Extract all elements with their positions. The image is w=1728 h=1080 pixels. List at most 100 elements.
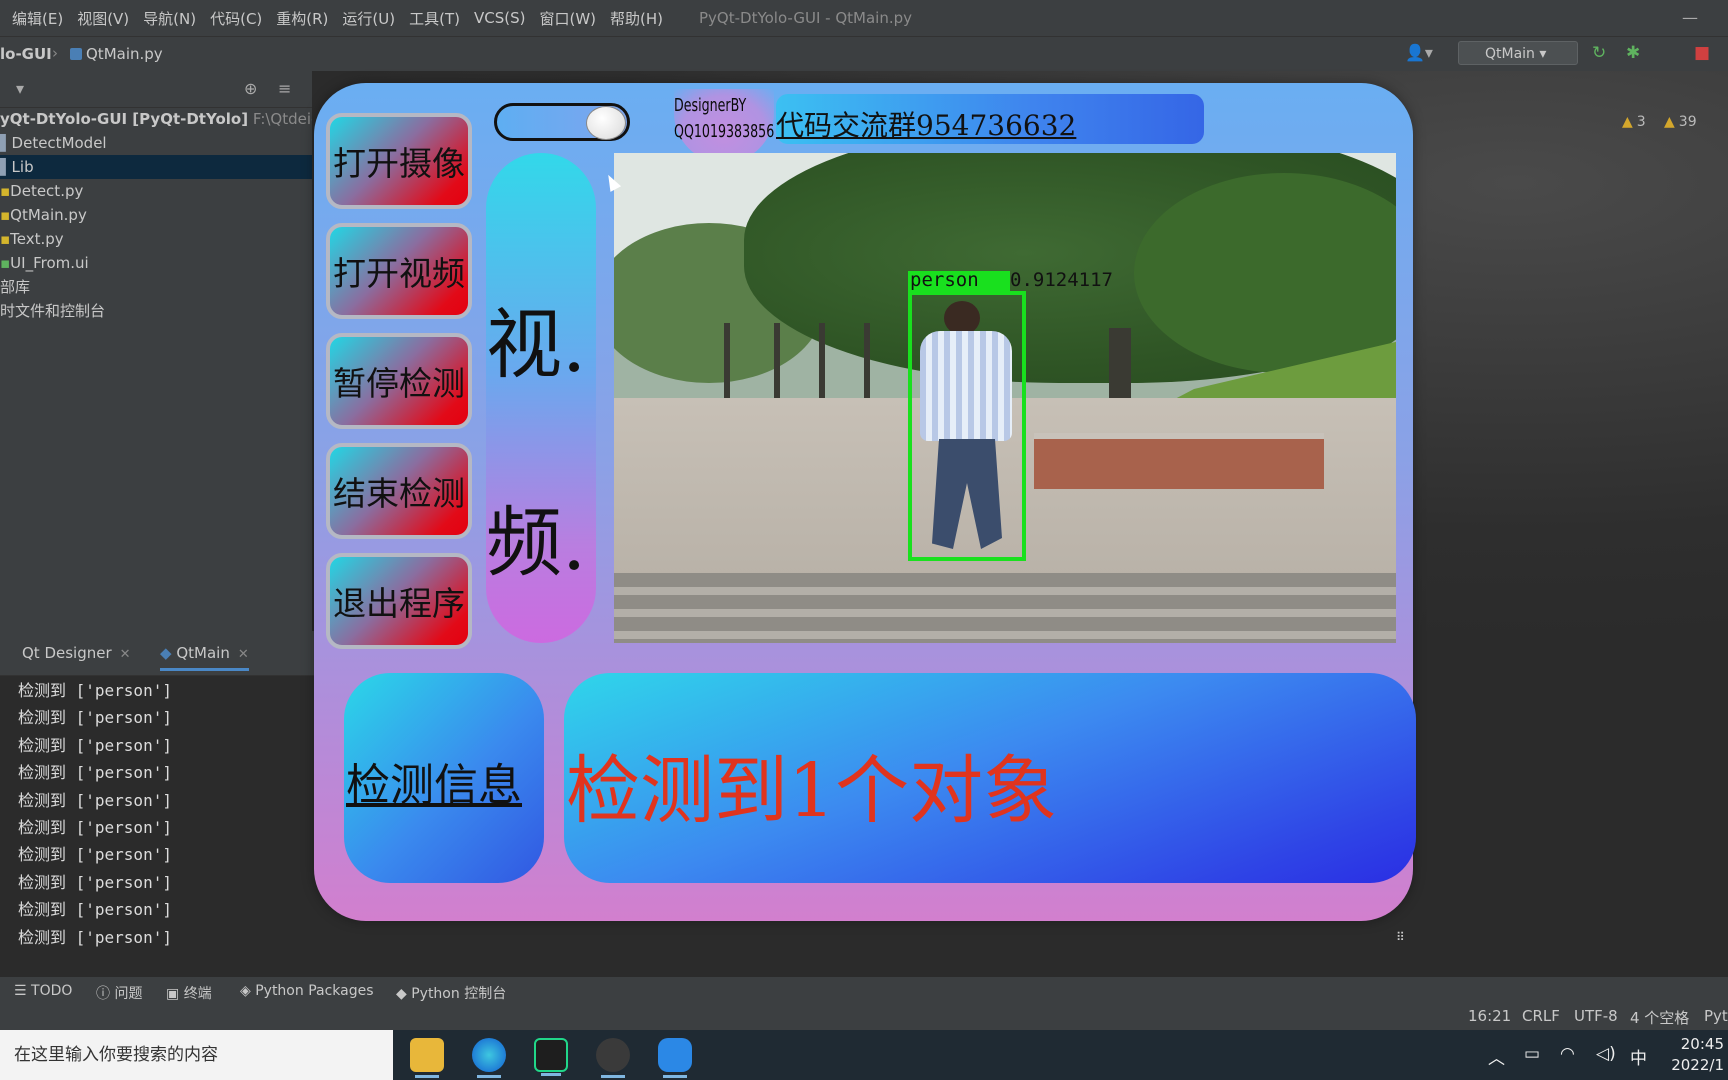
group-banner-text[interactable]: 代码交流群954736632 — [776, 104, 1076, 144]
tool-tab-problems[interactable]: ⓘ 问题 — [96, 983, 142, 1003]
app-k-icon[interactable] — [658, 1038, 692, 1078]
designer-line1: DesignerBY — [674, 95, 747, 116]
status-bar: 16:21 CRLF UTF-8 4 个空格 Pyt — [0, 1004, 1728, 1030]
tool-tab-label: 终端 — [183, 986, 212, 1002]
breadcrumb-file[interactable]: QtMain.py — [70, 45, 163, 63]
tool-tab-terminal[interactable]: ▣ 终端 — [166, 983, 212, 1003]
warning-icon[interactable]: ▲ 3 — [1622, 114, 1646, 130]
tool-tab-python-packages[interactable]: ◈ Python Packages — [240, 983, 374, 999]
stop-icon[interactable]: ■ — [1694, 43, 1710, 63]
tree-item-label: 时文件和控制台 — [0, 302, 106, 320]
console-line: 检测到 ['person'] — [18, 927, 172, 947]
tool-tab-python-console[interactable]: ◆ Python 控制台 — [396, 983, 506, 1003]
menu-vcs[interactable]: VCS(S) — [474, 9, 525, 27]
tree-item-label: Text.py — [10, 230, 64, 248]
tree-item-ui-from[interactable]: ▪UI_From.ui — [0, 251, 89, 275]
menu-window[interactable]: 窗口(W) — [539, 8, 596, 29]
result-text: 检测到1个对象 — [566, 748, 1058, 834]
status-encoding[interactable]: UTF-8 — [1574, 1007, 1618, 1025]
ide-menu-bar: 编辑(E) 视图(V) 导航(N) 代码(C) 重构(R) 运行(U) 工具(T… — [0, 0, 1728, 36]
info-title: 检测信息 — [346, 760, 522, 811]
console-line: 检测到 ['person'] — [18, 817, 172, 837]
resize-grip-icon[interactable]: ⠿ — [1396, 930, 1405, 944]
stop-detect-button[interactable]: 结束检测 — [326, 443, 472, 539]
breadcrumb-project[interactable]: lo-GUI — [0, 45, 52, 63]
wifi-icon[interactable]: ◠ — [1560, 1044, 1575, 1064]
tree-item-label: DetectModel — [11, 134, 107, 152]
scene-trunk — [864, 323, 870, 398]
video-label-panel: 视. 频. — [486, 153, 596, 643]
minimize-icon[interactable]: — — [1682, 8, 1698, 27]
open-camera-button[interactable]: 打开摄像 — [326, 113, 472, 209]
open-video-button[interactable]: 打开视频 — [326, 223, 472, 319]
exit-app-button[interactable]: 退出程序 — [326, 553, 472, 649]
status-interpreter[interactable]: Pyt — [1704, 1007, 1728, 1025]
weak-warning-icon[interactable]: ▲ 39 — [1664, 114, 1697, 130]
dropdown-icon[interactable]: ▾ — [16, 79, 24, 98]
obs-icon[interactable] — [596, 1038, 630, 1078]
taskbar-clock[interactable]: 20:45 2022/1 — [1664, 1034, 1724, 1076]
tree-item-label: Lib — [11, 158, 34, 176]
console-line: 检测到 ['person'] — [18, 845, 172, 865]
project-panel-toolbar: ▾ ⊕ ≡ — [0, 71, 312, 108]
menu-help[interactable]: 帮助(H) — [610, 8, 663, 29]
menu-tools[interactable]: 工具(T) — [409, 8, 460, 29]
pycharm-icon[interactable] — [534, 1038, 568, 1076]
scene-trunk — [724, 323, 730, 398]
battery-icon[interactable]: ▭ — [1524, 1044, 1540, 1064]
toggle-switch[interactable] — [494, 103, 630, 141]
ide-navigation-bar: lo-GUI › QtMain.py 👤▾ QtMain ▾ ↻ ✱ ■ — [0, 36, 1728, 72]
weak-warning-count: 39 — [1678, 114, 1697, 130]
volume-icon[interactable]: ◁) — [1596, 1044, 1616, 1064]
status-position[interactable]: 16:21 — [1468, 1007, 1511, 1025]
tree-item-detect-py[interactable]: ▪Detect.py — [0, 179, 83, 203]
tree-item-qtmain-py[interactable]: ▪QtMain.py — [0, 203, 87, 227]
tree-root[interactable]: yQt-DtYolo-GUI [PyQt-DtYolo] F:\Qtdeigne — [0, 107, 339, 131]
tab-qt-designer[interactable]: Qt Designer ✕ — [22, 644, 131, 662]
scene-trunk — [1109, 328, 1131, 398]
tree-item-label: UI_From.ui — [10, 254, 89, 272]
tray-expand-icon[interactable]: ︿ — [1488, 1044, 1505, 1069]
taskbar-search-box[interactable]: 在这里输入你要搜索的内容 — [0, 1030, 393, 1080]
file-explorer-icon[interactable] — [410, 1038, 444, 1078]
scene-trunk — [819, 323, 825, 398]
locate-icon[interactable]: ⊕ — [244, 79, 257, 98]
status-line-separator[interactable]: CRLF — [1522, 1007, 1560, 1025]
console-output[interactable]: 检测到 ['person'] 检测到 ['person'] 检测到 ['pers… — [18, 677, 172, 951]
tree-item-lib[interactable]: ▌Lib — [0, 155, 312, 179]
menu-view[interactable]: 视图(V) — [77, 8, 129, 29]
tree-item-external-libs[interactable]: 部库 — [0, 275, 30, 299]
menu-navigate[interactable]: 导航(N) — [143, 8, 196, 29]
ime-indicator[interactable]: 中 — [1630, 1044, 1647, 1069]
run-config-select[interactable]: QtMain ▾ — [1458, 41, 1578, 65]
tree-item-text-py[interactable]: ▪Text.py — [0, 227, 64, 251]
expand-all-icon[interactable]: ≡ — [278, 79, 291, 98]
toggle-knob[interactable] — [586, 106, 626, 140]
tool-tab-todo[interactable]: ☰ TODO — [14, 983, 72, 999]
python-icon: ◆ — [160, 644, 172, 662]
tree-item-label: 部库 — [0, 278, 31, 296]
tab-qtmain[interactable]: ◆ QtMain ✕ — [160, 644, 249, 671]
menu-run[interactable]: 运行(U) — [342, 8, 395, 29]
menu-edit[interactable]: 编辑(E) — [12, 8, 63, 29]
rerun-icon[interactable]: ↻ — [1592, 43, 1606, 63]
scene-trunk — [774, 323, 780, 398]
status-indent[interactable]: 4 个空格 — [1630, 1007, 1689, 1028]
tool-tab-label: Python 控制台 — [411, 986, 507, 1002]
tree-item-scratches[interactable]: 时文件和控制台 — [0, 299, 105, 323]
yolo-detector-window: 打开摄像 打开视频 暂停检测 结束检测 退出程序 DesignerBY QQ10… — [314, 83, 1416, 921]
console-line: 检测到 ['person'] — [18, 735, 172, 755]
clock-time: 20:45 — [1680, 1035, 1724, 1053]
menu-code[interactable]: 代码(C) — [210, 8, 262, 29]
close-icon[interactable]: ✕ — [238, 647, 249, 662]
tool-window-bar: ☰ TODO ⓘ 问题 ▣ 终端 ◈ Python Packages ◆ Pyt… — [0, 976, 1728, 1005]
debug-icon[interactable]: ✱ — [1626, 43, 1640, 63]
user-icon[interactable]: 👤▾ — [1405, 43, 1433, 62]
menu-refactor[interactable]: 重构(R) — [276, 8, 328, 29]
edge-browser-icon[interactable] — [472, 1038, 506, 1078]
clock-date: 2022/1 — [1671, 1056, 1724, 1074]
tree-root-label: yQt-DtYolo-GUI [PyQt-DtYolo] — [0, 110, 249, 128]
close-icon[interactable]: ✕ — [120, 647, 131, 662]
tree-item-detectmodel[interactable]: ▌DetectModel — [0, 131, 107, 155]
pause-detect-button[interactable]: 暂停检测 — [326, 333, 472, 429]
